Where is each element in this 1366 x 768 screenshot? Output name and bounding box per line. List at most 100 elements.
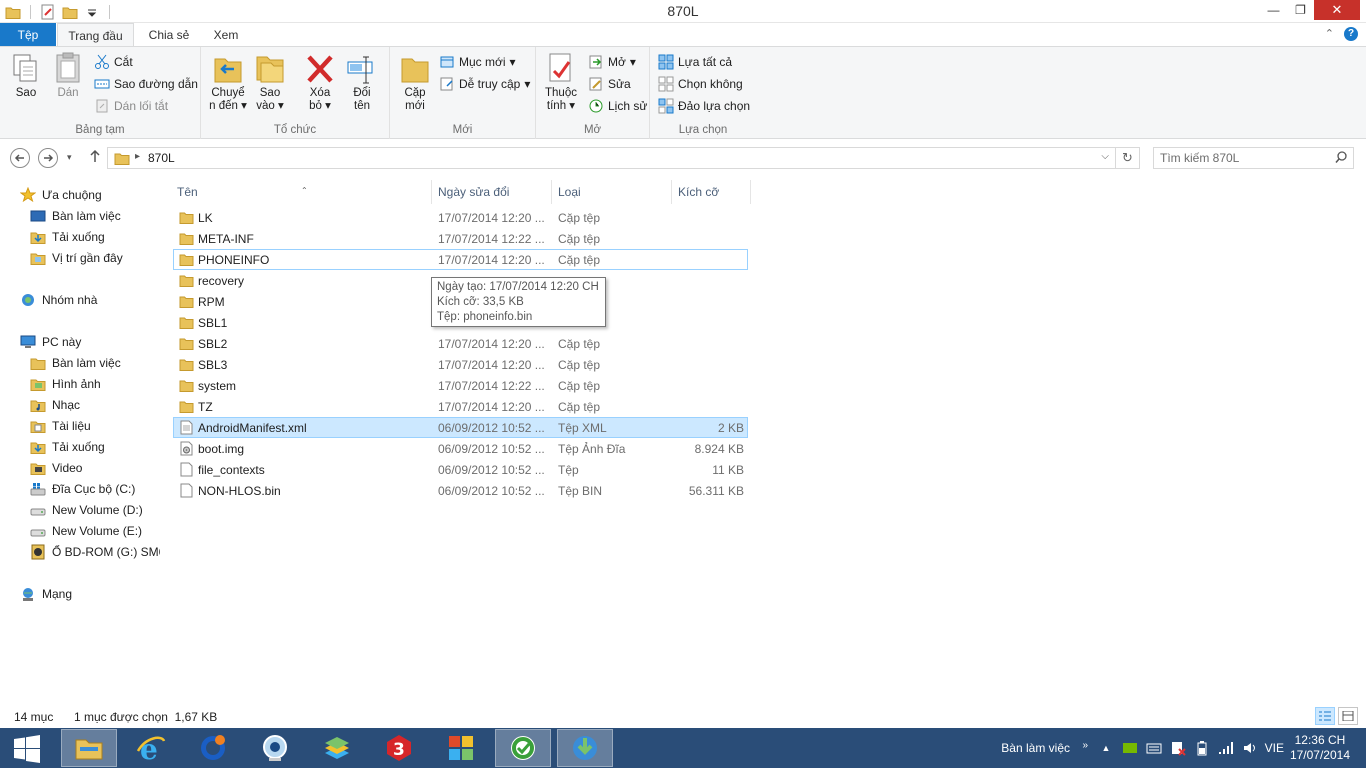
search-input[interactable] — [1154, 148, 1324, 168]
table-row[interactable]: SBL3 17/07/2014 12:20 ... Cặp tệp — [173, 354, 748, 375]
table-row[interactable]: TZ 17/07/2014 12:20 ... Cặp tệp — [173, 396, 748, 417]
toolbar-chevron-icon[interactable]: » — [1082, 740, 1088, 751]
taskbar-download-manager[interactable] — [557, 729, 613, 767]
nav-pc-drive-d[interactable]: New Volume (D:) — [30, 500, 143, 520]
move-to-button[interactable]: Chuyể n đến ▾ — [207, 51, 249, 113]
select-all-button[interactable]: Lựa tất cả — [658, 52, 732, 72]
table-row[interactable]: PHONEINFO 17/07/2014 12:20 ... Cặp tệp — [173, 249, 748, 270]
breadcrumb-separator[interactable]: ▸ — [135, 151, 140, 162]
keyboard-icon[interactable] — [1146, 740, 1162, 756]
taskbar-browser[interactable] — [185, 729, 241, 767]
edit-button[interactable]: Sửa — [588, 74, 631, 94]
minimize-button[interactable]: — — [1260, 0, 1287, 20]
rename-button[interactable]: Đổi tên — [345, 51, 379, 113]
easy-access-button[interactable]: Dễ truy cập ▾ — [439, 74, 530, 94]
nav-fav-downloads[interactable]: Tải xuống — [30, 227, 105, 247]
nav-fav-desktop[interactable]: Bàn làm việc — [30, 206, 121, 226]
column-header-size[interactable]: Kích cỡ — [671, 180, 751, 204]
taskbar-internet-explorer[interactable]: e — [123, 729, 179, 767]
tab-view[interactable]: Xem — [204, 23, 248, 47]
details-view-button[interactable] — [1315, 707, 1335, 725]
table-row[interactable]: boot.img 06/09/2012 10:52 ... Tệp Ảnh Đĩ… — [173, 438, 748, 459]
refresh-button[interactable]: ↻ — [1115, 148, 1139, 168]
table-row[interactable]: file_contexts 06/09/2012 10:52 ... Tệp 1… — [173, 459, 748, 480]
nav-pc-desktop[interactable]: Bàn làm việc — [30, 353, 121, 373]
table-row[interactable]: LK 17/07/2014 12:20 ... Cặp tệp — [173, 207, 748, 228]
desktop-toolbar-label[interactable]: Bàn làm việc — [1001, 741, 1070, 755]
battery-icon[interactable] — [1194, 740, 1210, 756]
new-item-button[interactable]: Mục mới ▾ — [439, 52, 516, 72]
expand-ribbon-icon[interactable]: ⌃ — [1325, 27, 1334, 41]
start-button[interactable] — [8, 734, 46, 764]
copy-path-button[interactable]: Sao đường dẫn — [94, 74, 198, 94]
up-button[interactable] — [88, 149, 102, 166]
table-row[interactable]: META-INF 17/07/2014 12:22 ... Cặp tệp — [173, 228, 748, 249]
search-icon[interactable] — [1335, 151, 1347, 166]
recent-locations-button[interactable]: ▾ — [67, 152, 72, 163]
restore-button[interactable]: ❐ — [1287, 0, 1314, 20]
tab-home[interactable]: Trang đầu — [57, 23, 134, 48]
help-icon[interactable]: ? — [1344, 27, 1358, 41]
homegroup-icon — [22, 294, 34, 306]
show-hidden-icons-icon[interactable]: ▲ — [1098, 740, 1114, 756]
column-header-type[interactable]: Loại — [551, 180, 671, 204]
taskbar-coccoc[interactable] — [495, 729, 551, 767]
taskbar-bluestacks[interactable] — [309, 729, 365, 767]
nav-pc-documents[interactable]: Tài liệu — [30, 416, 91, 436]
nav-network[interactable]: Mạng — [20, 584, 72, 604]
open-button[interactable]: Mở ▾ — [588, 52, 636, 72]
volume-icon[interactable] — [1242, 740, 1258, 756]
tab-file[interactable]: Tệp — [0, 23, 56, 47]
input-language[interactable]: VIE — [1265, 741, 1284, 755]
nav-homegroup[interactable]: Nhóm nhà — [20, 290, 97, 310]
back-button[interactable] — [10, 148, 30, 168]
delete-button[interactable]: Xóa bỏ ▾ — [303, 51, 337, 113]
breadcrumb[interactable]: 870L — [148, 151, 175, 165]
large-icons-view-button[interactable] — [1338, 707, 1358, 725]
network-signal-icon[interactable] — [1218, 740, 1234, 756]
action-center-icon[interactable] — [1170, 740, 1186, 756]
recent-places-icon — [30, 253, 46, 265]
column-header-name[interactable]: ⌃ Tên — [171, 180, 431, 204]
address-row: ▾ ▸ 870L ⌵ ↻ — [0, 140, 1366, 174]
copy-button[interactable]: Sao — [8, 51, 44, 100]
nav-pc-videos[interactable]: Video — [30, 458, 82, 478]
forward-button[interactable] — [38, 148, 58, 168]
close-button[interactable]: ✕ — [1314, 0, 1360, 20]
copy-to-button[interactable]: Sao vào ▾ — [253, 51, 287, 113]
clock[interactable]: 12:36 CH 17/07/2014 — [1290, 733, 1350, 763]
properties-button[interactable]: Thuộc tính ▾ — [542, 51, 580, 113]
address-bar[interactable]: ▸ 870L ⌵ ↻ — [107, 147, 1140, 169]
taskbar-office-app[interactable] — [433, 729, 489, 767]
table-row[interactable]: NON-HLOS.bin 06/09/2012 10:52 ... Tệp BI… — [173, 480, 748, 501]
invert-selection-icon — [658, 98, 674, 114]
history-button[interactable]: Lịch sử — [588, 96, 647, 116]
column-header-date[interactable]: Ngày sửa đổi — [431, 180, 551, 204]
nvidia-icon[interactable] — [1122, 740, 1138, 756]
paste-shortcut-button[interactable]: Dán lối tắt — [94, 96, 168, 116]
table-row[interactable]: system 17/07/2014 12:22 ... Cặp tệp — [173, 375, 748, 396]
new-folder-button[interactable]: Cặp mới — [398, 51, 432, 113]
taskbar-file-explorer[interactable] — [61, 729, 117, 767]
cut-button[interactable]: Cắt — [94, 52, 133, 72]
nav-pc-drive-e[interactable]: New Volume (E:) — [30, 521, 142, 541]
taskbar-app-3[interactable]: 3 — [371, 729, 427, 767]
nav-favorites[interactable]: Ưa chuộng — [20, 185, 102, 205]
tab-share[interactable]: Chia sẻ — [140, 23, 198, 47]
nav-pc-downloads[interactable]: Tải xuống — [30, 437, 105, 457]
nav-this-pc[interactable]: PC này — [20, 332, 81, 352]
nav-pc-drive-g[interactable]: Ổ BD-ROM (G:) SM6 — [30, 542, 160, 562]
table-row[interactable]: SBL2 17/07/2014 12:20 ... Cặp tệp — [173, 333, 748, 354]
file-tooltip: Ngày tạo: 17/07/2014 12:20 CH Kích cỡ: 3… — [431, 277, 606, 327]
select-none-button[interactable]: Chọn không — [658, 74, 743, 94]
nav-pc-music[interactable]: Nhạc — [30, 395, 80, 415]
easy-access-icon — [439, 76, 455, 92]
nav-fav-recent[interactable]: Vị trí gần đây — [30, 248, 123, 268]
taskbar-webcam-app[interactable] — [247, 729, 303, 767]
paste-button[interactable]: Dán — [50, 51, 86, 100]
table-row[interactable]: AndroidManifest.xml 06/09/2012 10:52 ...… — [173, 417, 748, 438]
nav-pc-pictures[interactable]: Hình ảnh — [30, 374, 101, 394]
nav-pc-drive-c[interactable]: Đĩa Cục bộ (C:) — [30, 479, 135, 499]
invert-selection-button[interactable]: Đảo lựa chọn — [658, 96, 750, 116]
address-dropdown-icon[interactable]: ⌵ — [1101, 151, 1109, 162]
